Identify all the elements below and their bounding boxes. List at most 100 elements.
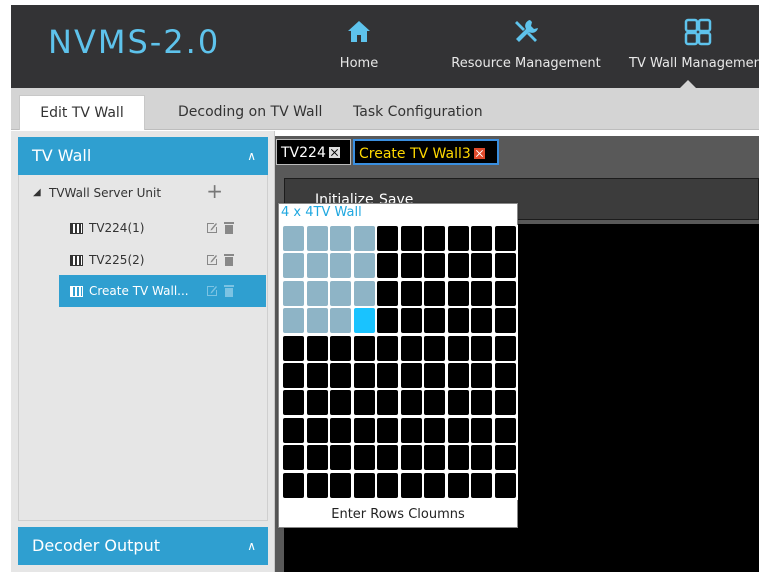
grid-cell[interactable] [471,390,492,416]
grid-cell[interactable] [377,226,398,251]
tab-decoding-on-tv-wall[interactable]: Decoding on TV Wall [166,95,334,130]
grid-cell[interactable] [400,308,422,334]
grid-cell[interactable] [330,308,351,334]
grid-cell[interactable] [353,417,375,443]
grid-cell[interactable] [377,253,398,279]
chevron-up-icon[interactable]: ∧ [247,527,256,565]
grid-cell[interactable] [377,390,398,416]
grid-cell[interactable] [306,363,328,388]
edit-icon[interactable] [206,284,218,297]
grid-cell[interactable] [353,472,375,498]
grid-cell[interactable] [494,308,516,334]
grid-cell[interactable] [494,280,516,306]
grid-cell[interactable] [377,335,398,361]
grid-cell[interactable] [400,390,422,416]
grid-cell[interactable] [283,335,304,361]
grid-cell[interactable] [494,445,516,471]
nav-home[interactable]: Home [334,5,384,88]
grid-cell[interactable] [330,417,351,443]
grid-cell[interactable] [447,226,469,251]
grid-cell[interactable] [283,226,304,251]
size-grid[interactable] [282,225,518,500]
grid-cell[interactable] [377,445,398,471]
grid-cell[interactable] [494,390,516,416]
doc-tab-tv224[interactable]: TV224 [276,139,351,165]
nav-tv-wall-management[interactable]: TV Wall Management [618,5,759,88]
grid-cell[interactable] [424,280,445,306]
grid-cell[interactable] [424,363,445,388]
delete-icon[interactable] [223,284,235,297]
grid-cell[interactable] [447,363,469,388]
grid-cell[interactable] [424,335,445,361]
grid-cell[interactable] [353,253,375,279]
grid-cell[interactable] [306,445,328,471]
grid-cell[interactable] [377,363,398,388]
expand-triangle-icon[interactable]: ◢ [33,177,41,209]
grid-cell[interactable] [306,472,328,498]
grid-cell[interactable] [353,280,375,306]
grid-cell[interactable] [494,417,516,443]
close-icon[interactable] [328,147,340,158]
tv-wall-panel-header[interactable]: TV Wall ∧ [18,137,268,175]
grid-cell[interactable] [283,308,304,334]
tab-edit-tv-wall[interactable]: Edit TV Wall [19,95,145,130]
grid-cell[interactable] [283,390,304,416]
grid-cell[interactable] [330,226,351,251]
grid-cell[interactable] [447,280,469,306]
grid-cell[interactable] [471,445,492,471]
grid-cell[interactable] [330,445,351,471]
grid-cell[interactable] [306,280,328,306]
grid-cell[interactable] [400,472,422,498]
grid-cell[interactable] [471,226,492,251]
close-icon[interactable] [473,148,485,159]
doc-tab-create-tv-wall3[interactable]: Create TV Wall3 [353,139,499,165]
tab-task-configuration[interactable]: Task Configuration [341,95,495,130]
edit-icon[interactable] [206,253,218,266]
grid-cell[interactable] [447,445,469,471]
grid-cell[interactable] [306,308,328,334]
grid-cell[interactable] [494,472,516,498]
grid-cell[interactable] [471,308,492,334]
grid-cell[interactable] [447,472,469,498]
grid-cell[interactable] [330,335,351,361]
grid-cell[interactable] [400,226,422,251]
grid-cell[interactable] [424,253,445,279]
nav-resource-management[interactable]: Resource Management [436,5,616,88]
grid-cell[interactable] [283,417,304,443]
grid-cell[interactable] [353,226,375,251]
delete-icon[interactable] [223,221,235,234]
tree-item-tv224[interactable]: TV224(1) [19,212,269,244]
grid-cell[interactable] [447,308,469,334]
grid-cell[interactable] [424,390,445,416]
grid-cell[interactable] [283,472,304,498]
grid-cell[interactable] [400,363,422,388]
grid-cell[interactable] [283,253,304,279]
grid-cell[interactable] [400,280,422,306]
grid-cell[interactable] [306,335,328,361]
grid-cell[interactable] [424,226,445,251]
grid-cell[interactable] [306,417,328,443]
grid-cell[interactable] [283,445,304,471]
grid-cell[interactable] [306,390,328,416]
grid-cell[interactable] [353,308,375,334]
grid-cell[interactable] [471,363,492,388]
grid-cell[interactable] [353,390,375,416]
grid-cell[interactable] [330,253,351,279]
grid-cell[interactable] [377,308,398,334]
add-icon[interactable]: + [206,175,223,207]
decoder-output-panel-header[interactable]: Decoder Output ∧ [18,527,268,565]
grid-cell[interactable] [283,363,304,388]
grid-cell[interactable] [471,280,492,306]
grid-cell[interactable] [447,417,469,443]
grid-cell[interactable] [330,280,351,306]
delete-icon[interactable] [223,253,235,266]
grid-cell[interactable] [447,390,469,416]
tree-root-row[interactable]: ◢ TVWall Server Unit + [19,177,269,209]
grid-cell[interactable] [494,226,516,251]
grid-cell[interactable] [330,472,351,498]
grid-cell[interactable] [283,280,304,306]
grid-cell[interactable] [424,417,445,443]
grid-cell[interactable] [377,280,398,306]
grid-cell[interactable] [471,253,492,279]
grid-cell[interactable] [494,253,516,279]
